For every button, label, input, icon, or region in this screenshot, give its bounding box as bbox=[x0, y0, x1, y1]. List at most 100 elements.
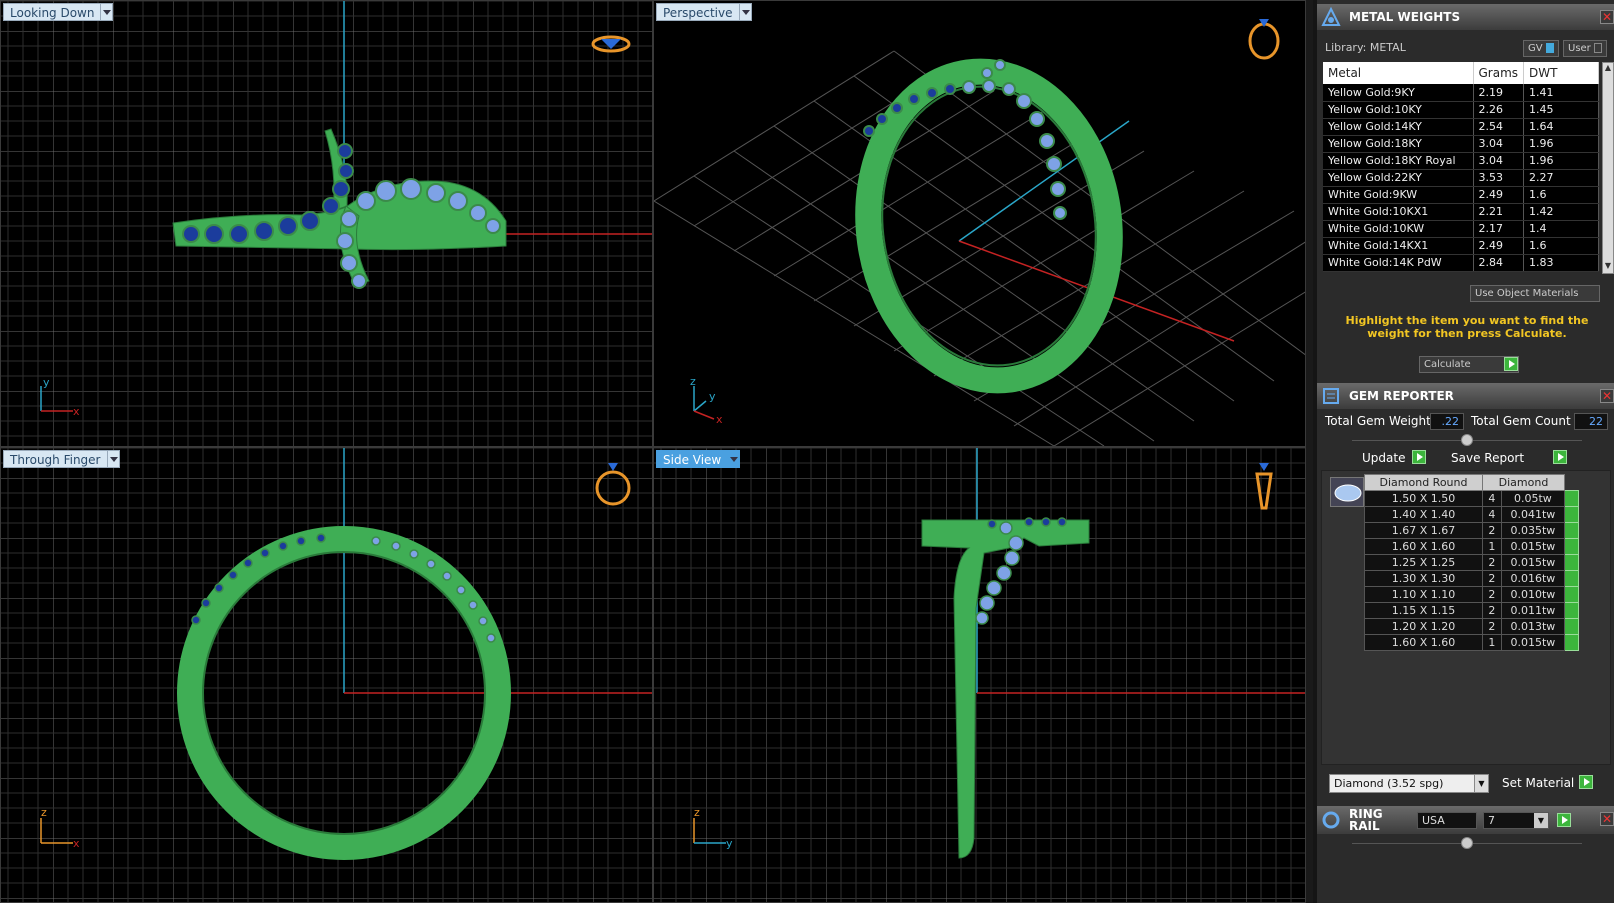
svg-text:y: y bbox=[726, 837, 733, 850]
close-icon[interactable]: ✕ bbox=[1600, 812, 1614, 826]
chevron-down-icon[interactable] bbox=[107, 450, 120, 468]
column-header-grams[interactable]: Grams bbox=[1473, 62, 1525, 84]
side-view-canvas: z y bbox=[654, 448, 1305, 902]
metal-name-cell: Yellow Gold:18KY bbox=[1323, 135, 1474, 153]
panel-splitter-handle[interactable] bbox=[1461, 434, 1473, 446]
viewport-looking-down[interactable]: y x Looking Down bbox=[0, 0, 653, 447]
set-material-button[interactable] bbox=[1579, 775, 1593, 789]
gem-row[interactable]: 1.30 X 1.30 2 0.016tw bbox=[1364, 570, 1579, 587]
gem-row-go-button[interactable] bbox=[1564, 522, 1579, 539]
gem-row[interactable]: 1.60 X 1.60 1 0.015tw bbox=[1364, 634, 1579, 651]
metal-table: Metal Grams DWT Yellow Gold:9KY 2.19 1.41 Y… bbox=[1323, 62, 1599, 272]
gem-weight-cell: 0.041tw bbox=[1500, 506, 1566, 523]
gem-size-cell: 1.67 X 1.67 bbox=[1364, 522, 1483, 539]
close-icon[interactable]: ✕ bbox=[1600, 389, 1614, 403]
panel-splitter-handle[interactable] bbox=[1461, 837, 1473, 849]
viewport-title: Looking Down bbox=[3, 3, 102, 21]
gem-row[interactable]: 1.10 X 1.10 2 0.010tw bbox=[1364, 586, 1579, 603]
gem-size-cell: 1.60 X 1.60 bbox=[1364, 634, 1483, 651]
gem-row-go-button[interactable] bbox=[1564, 506, 1579, 523]
viewport-side-view[interactable]: z y Side View bbox=[653, 447, 1306, 903]
set-material-label: Set Material bbox=[1502, 776, 1575, 790]
gem-reporter-title: GEM REPORTER bbox=[1349, 389, 1454, 403]
gem-row-go-button[interactable] bbox=[1564, 586, 1579, 603]
metal-row[interactable]: Yellow Gold:9KY 2.19 1.41 bbox=[1323, 84, 1599, 102]
gem-row[interactable]: 1.25 X 1.25 2 0.015tw bbox=[1364, 554, 1579, 571]
viewport-through-finger[interactable]: z x Through Finger bbox=[0, 447, 653, 903]
grams-cell: 2.17 bbox=[1473, 220, 1525, 238]
gem-size-cell: 1.15 X 1.15 bbox=[1364, 602, 1483, 619]
gem-table-body: 1.50 X 1.50 4 0.05tw 1.40 X 1.40 4 0.041tw 1.6… bbox=[1364, 490, 1579, 651]
gem-row[interactable]: 1.40 X 1.40 4 0.041tw bbox=[1364, 506, 1579, 523]
column-header-diamond-round: Diamond Round bbox=[1364, 474, 1483, 491]
gv-toggle[interactable]: GV bbox=[1523, 40, 1559, 57]
gem-row[interactable]: 1.15 X 1.15 2 0.011tw bbox=[1364, 602, 1579, 619]
update-button[interactable] bbox=[1412, 450, 1426, 464]
metal-row[interactable]: Yellow Gold:10KY 2.26 1.45 bbox=[1323, 101, 1599, 119]
calculate-label: Calculate bbox=[1424, 359, 1471, 370]
metal-row[interactable]: White Gold:14K PdW 2.84 1.83 bbox=[1323, 254, 1599, 272]
metal-row[interactable]: White Gold:10KW 2.17 1.4 bbox=[1323, 220, 1599, 238]
ring-rail-go-button[interactable] bbox=[1557, 813, 1571, 827]
grams-cell: 2.19 bbox=[1473, 84, 1525, 102]
viewport-perspective[interactable]: z y x Perspective bbox=[653, 0, 1306, 447]
gem-table-header: Diamond Round Diamond bbox=[1364, 474, 1579, 491]
metal-row[interactable]: Yellow Gold:14KY 2.54 1.64 bbox=[1323, 118, 1599, 136]
metal-table-header: Metal Grams DWT bbox=[1323, 62, 1599, 84]
viewport-title: Side View bbox=[656, 450, 729, 468]
ring-size-select[interactable]: 7 ▼ bbox=[1483, 812, 1549, 829]
gem-row-go-button[interactable] bbox=[1564, 554, 1579, 571]
metal-row[interactable]: White Gold:9KW 2.49 1.6 bbox=[1323, 186, 1599, 204]
material-select[interactable]: Diamond (3.52 spg) ▼ bbox=[1329, 774, 1489, 793]
chevron-down-icon[interactable]: ▼ bbox=[1534, 813, 1548, 828]
gem-count-cell: 1 bbox=[1482, 634, 1502, 651]
svg-text:z: z bbox=[690, 375, 696, 388]
column-header-dwt[interactable]: DWT bbox=[1523, 62, 1599, 84]
gem-size-cell: 1.25 X 1.25 bbox=[1364, 554, 1483, 571]
metal-row[interactable]: White Gold:14KX1 2.49 1.6 bbox=[1323, 237, 1599, 255]
viewport-title: Perspective bbox=[656, 3, 740, 21]
scroll-down-icon[interactable]: ▼ bbox=[1603, 261, 1613, 273]
chevron-down-icon[interactable] bbox=[728, 450, 741, 468]
viewport-label-side-view[interactable]: Side View bbox=[656, 450, 741, 468]
dwt-cell: 1.96 bbox=[1523, 152, 1599, 170]
gem-row-go-button[interactable] bbox=[1564, 618, 1579, 635]
gem-count-cell: 2 bbox=[1482, 618, 1502, 635]
scroll-up-icon[interactable]: ▲ bbox=[1603, 63, 1613, 75]
chevron-down-icon[interactable] bbox=[101, 3, 114, 21]
gem-row[interactable]: 1.50 X 1.50 4 0.05tw bbox=[1364, 490, 1579, 507]
metal-row[interactable]: Yellow Gold:18KY Royal 3.04 1.96 bbox=[1323, 152, 1599, 170]
gem-size-cell: 1.10 X 1.10 bbox=[1364, 586, 1483, 603]
gem-row-go-button[interactable] bbox=[1564, 602, 1579, 619]
save-report-button[interactable] bbox=[1553, 450, 1567, 464]
user-toggle[interactable]: User bbox=[1563, 40, 1607, 57]
close-icon[interactable]: ✕ bbox=[1600, 10, 1614, 24]
ring-size-country[interactable]: USA bbox=[1417, 812, 1477, 829]
gem-weight-cell: 0.013tw bbox=[1500, 618, 1566, 635]
viewport-label-perspective[interactable]: Perspective bbox=[656, 3, 752, 21]
gem-row-go-button[interactable] bbox=[1564, 490, 1579, 507]
column-header-metal[interactable]: Metal bbox=[1323, 62, 1474, 84]
gem-row[interactable]: 1.67 X 1.67 2 0.035tw bbox=[1364, 522, 1579, 539]
ring-rail-title: RING RAIL bbox=[1349, 807, 1383, 833]
metal-row[interactable]: Yellow Gold:22KY 3.53 2.27 bbox=[1323, 169, 1599, 187]
gem-row-go-button[interactable] bbox=[1564, 570, 1579, 587]
calculate-go-icon[interactable] bbox=[1504, 357, 1518, 371]
gem-row-go-button[interactable] bbox=[1564, 634, 1579, 651]
grams-cell: 3.53 bbox=[1473, 169, 1525, 187]
viewport-label-through-finger[interactable]: Through Finger bbox=[3, 450, 120, 468]
update-label: Update bbox=[1362, 451, 1406, 465]
metal-row[interactable]: White Gold:10KX1 2.21 1.42 bbox=[1323, 203, 1599, 221]
metal-table-scrollbar[interactable]: ▲ ▼ bbox=[1602, 62, 1614, 274]
gem-weight-cell: 0.035tw bbox=[1500, 522, 1566, 539]
gem-count-cell: 2 bbox=[1482, 522, 1502, 539]
svg-text:x: x bbox=[73, 405, 80, 418]
gem-row[interactable]: 1.60 X 1.60 1 0.015tw bbox=[1364, 538, 1579, 555]
chevron-down-icon[interactable] bbox=[739, 3, 752, 21]
gem-row[interactable]: 1.20 X 1.20 2 0.013tw bbox=[1364, 618, 1579, 635]
gem-row-go-button[interactable] bbox=[1564, 538, 1579, 555]
chevron-down-icon[interactable]: ▼ bbox=[1474, 775, 1488, 792]
viewport-label-looking-down[interactable]: Looking Down bbox=[3, 3, 114, 21]
metal-row[interactable]: Yellow Gold:18KY 3.04 1.96 bbox=[1323, 135, 1599, 153]
use-object-materials-checkbox[interactable]: Use Object Materials bbox=[1470, 285, 1600, 302]
